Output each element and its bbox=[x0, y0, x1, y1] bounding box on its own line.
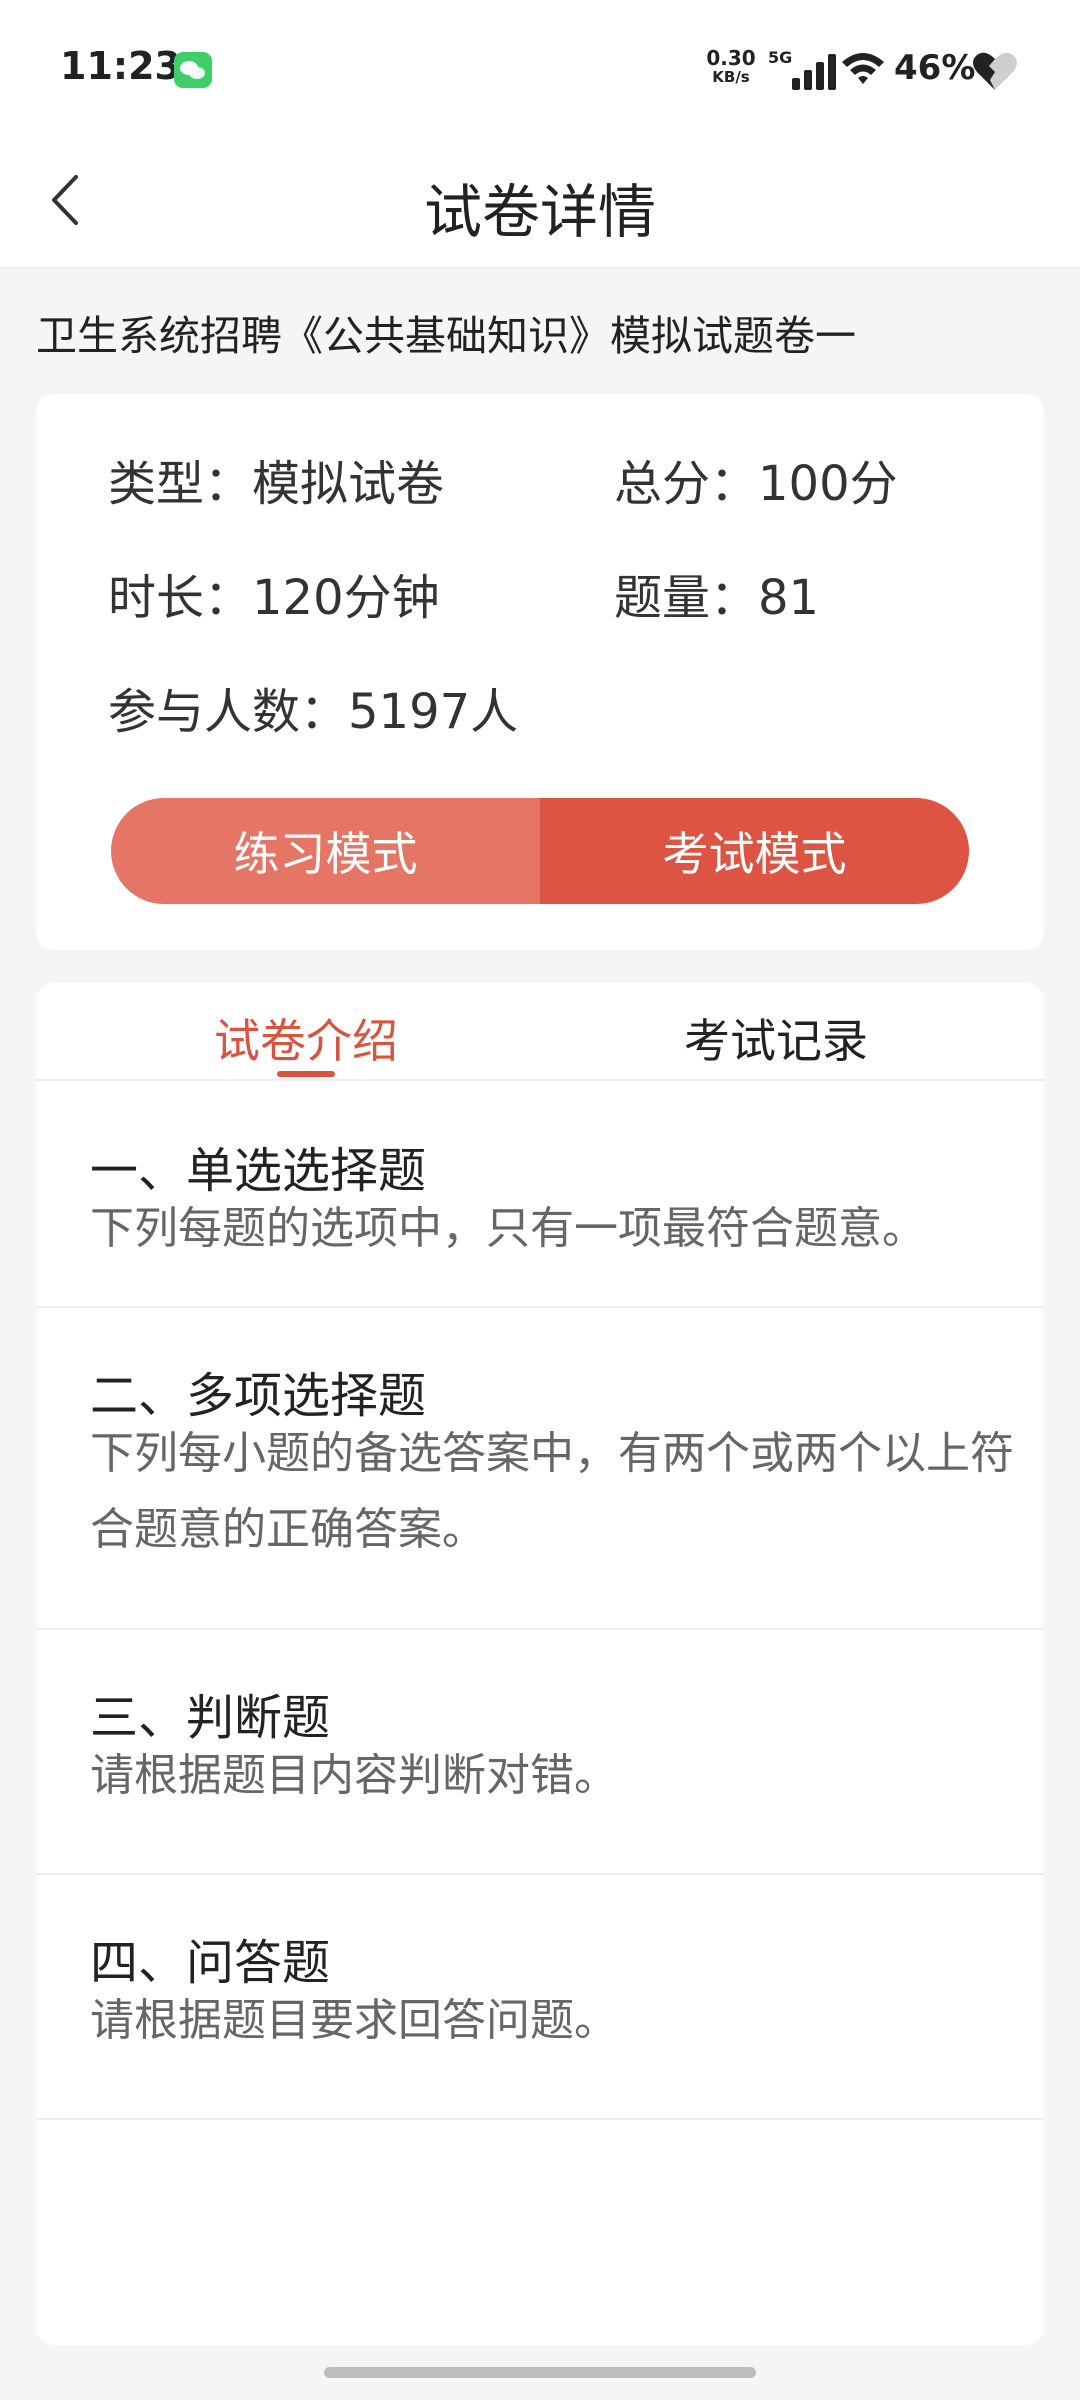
section-item: 四、问答题 请根据题目要求回答问题。 bbox=[36, 1873, 1044, 2120]
network-speed: 0.30 KB/s bbox=[706, 48, 756, 85]
battery-heart-icon bbox=[973, 52, 1017, 90]
exam-duration: 时长：120分钟 bbox=[108, 570, 440, 626]
exam-info-card: 类型：模拟试卷 总分：100分 时长：120分钟 题量：81 参与人数：5197… bbox=[36, 394, 1044, 950]
section-description: 下列每题的选项中，只有一项最符合题意。 bbox=[90, 1203, 926, 1254]
network-speed-unit: KB/s bbox=[712, 68, 750, 86]
exam-participants: 参与人数：5197人 bbox=[108, 684, 519, 740]
network-speed-value: 0.30 bbox=[706, 46, 756, 70]
section-description: 下列每小题的备选答案中，有两个或两个以上符合题意的正确答案。 bbox=[90, 1428, 1014, 1555]
section-item: 一、单选选择题 下列每题的选项中，只有一项最符合题意。 bbox=[36, 1081, 1044, 1308]
tab-exam-intro[interactable]: 试卷介绍 bbox=[36, 1005, 576, 1071]
wifi-icon bbox=[842, 53, 884, 84]
exam-question-count: 题量：81 bbox=[614, 570, 820, 626]
section-item: 二、多项选择题 下列每小题的备选答案中，有两个或两个以上符合题意的正确答案。 bbox=[36, 1306, 1044, 1630]
exam-mode-button[interactable]: 考试模式 bbox=[540, 798, 969, 904]
battery-level: 46% bbox=[894, 48, 976, 88]
exam-detail-tabs-card: 试卷介绍 考试记录 一、单选选择题 下列每题的选项中，只有一项最符合题意。 二、… bbox=[36, 983, 1044, 2345]
section-description: 请根据题目要求回答问题。 bbox=[90, 1995, 618, 2046]
exam-type: 类型：模拟试卷 bbox=[108, 456, 445, 512]
page-title: 试卷详情 bbox=[423, 178, 656, 246]
tab-bar: 试卷介绍 考试记录 bbox=[36, 983, 1044, 1081]
exam-title: 卫生系统招聘《公共基础知识》模拟试题卷一 bbox=[36, 312, 856, 360]
navigation-header: 试卷详情 bbox=[0, 135, 1080, 269]
section-description: 请根据题目内容判断对错。 bbox=[90, 1750, 618, 1801]
mode-selector: 练习模式 考试模式 bbox=[111, 798, 969, 904]
active-tab-indicator bbox=[277, 1071, 335, 1077]
cellular-signal-icon: 5G bbox=[768, 48, 836, 90]
tab-exam-record[interactable]: 考试记录 bbox=[506, 1005, 1044, 1071]
exam-total-score: 总分：100分 bbox=[614, 456, 898, 512]
status-time: 11:23 bbox=[60, 44, 181, 88]
home-indicator[interactable] bbox=[324, 2367, 756, 2378]
section-item: 三、判断题 请根据题目内容判断对错。 bbox=[36, 1628, 1044, 1875]
practice-mode-button[interactable]: 练习模式 bbox=[111, 798, 540, 904]
status-bar: 11:23 0.30 KB/s 5G 46% bbox=[0, 0, 1080, 135]
network-type: 5G bbox=[768, 48, 793, 67]
wechat-notification-icon bbox=[174, 52, 212, 88]
